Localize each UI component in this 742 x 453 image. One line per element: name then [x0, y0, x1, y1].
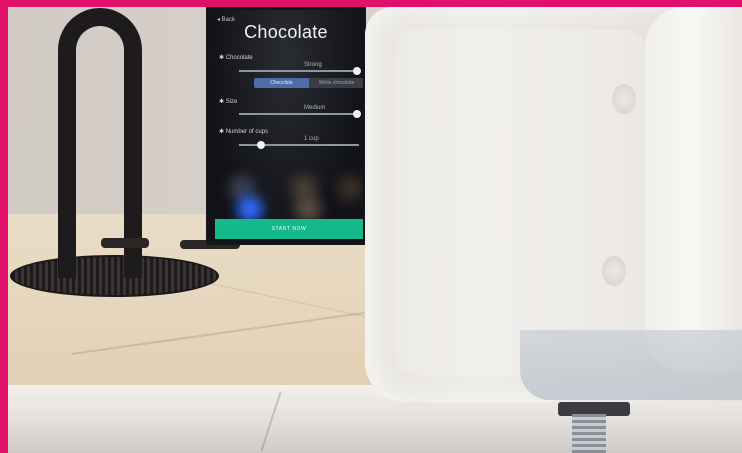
section-label-chocolate: ✱ Chocolate	[219, 55, 253, 61]
segment-white-chocolate[interactable]: White chocolate	[309, 78, 363, 88]
cup-light	[337, 175, 363, 201]
chocolate-strength-slider[interactable]	[239, 67, 361, 75]
chocolate-type-toggle[interactable]: Chocolate White chocolate	[254, 78, 363, 88]
tablet-screen: ◂ Back Chocolate ✱ Chocolate Strong Choc…	[209, 10, 363, 242]
section-value-cups: 1 cup	[304, 136, 319, 142]
section-value-size: Medium	[304, 105, 326, 111]
container-handle	[645, 7, 742, 372]
size-slider[interactable]	[239, 110, 361, 118]
tablet-device: ◂ Back Chocolate ✱ Chocolate Strong Choc…	[206, 7, 366, 245]
slider-knob[interactable]	[353, 110, 361, 118]
section-label-cups: ✱ Number of cups	[219, 129, 269, 135]
slider-knob[interactable]	[353, 67, 361, 75]
container-rivet	[612, 84, 636, 114]
drink-title: Chocolate	[244, 22, 328, 42]
water-level	[520, 330, 742, 400]
section-value-chocolate: Strong	[304, 62, 322, 68]
cups-slider[interactable]	[239, 141, 359, 149]
braided-hose	[572, 414, 606, 453]
frame-border-left	[0, 0, 8, 453]
slider-knob[interactable]	[257, 141, 265, 149]
segment-chocolate[interactable]: Chocolate	[254, 78, 309, 88]
faucet-base	[101, 238, 149, 248]
frame-border-top	[0, 0, 742, 7]
section-label-size: ✱ Size	[219, 99, 238, 105]
start-now-button[interactable]: START NOW	[215, 219, 363, 239]
container-panel	[395, 30, 645, 375]
container-rivet	[602, 256, 626, 286]
photo-frame: ◂ Back Chocolate ✱ Chocolate Strong Choc…	[0, 0, 742, 453]
